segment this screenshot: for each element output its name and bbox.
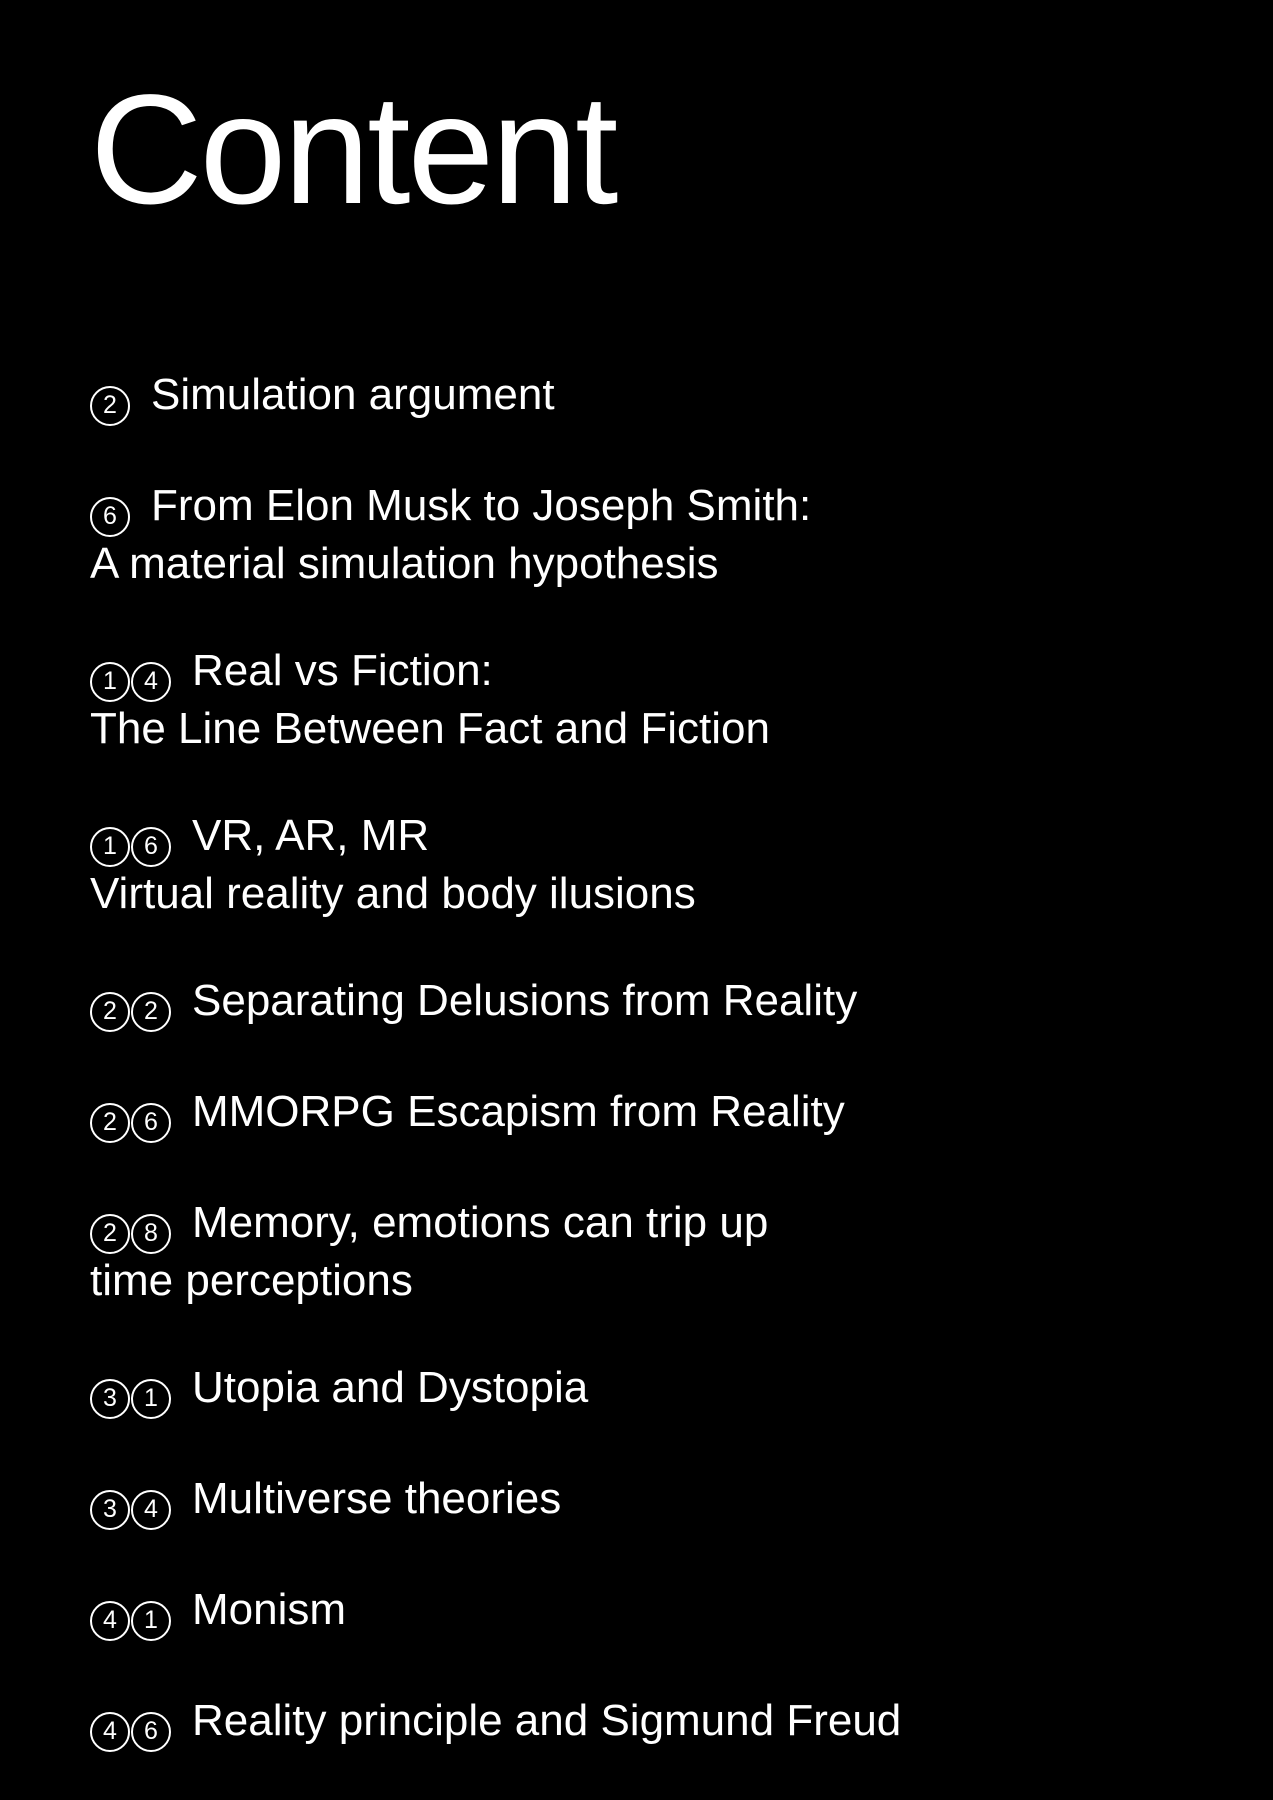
toc-item: 2 2 Separating Delusions from Reality bbox=[90, 974, 1210, 1032]
toc-item: 1 6 VR, AR, MR Virtual reality and body ilu… bbox=[90, 809, 1210, 921]
page-number: 16 bbox=[90, 827, 172, 867]
toc-item-subtitle: The Line Between Fact and Fiction bbox=[90, 704, 770, 753]
toc-item: 2 Simulation argument bbox=[90, 368, 1210, 426]
toc-item: 6 From Elon Musk to Joseph Smith: A materi… bbox=[90, 479, 1210, 591]
toc-item: 2 6 MMORPG Escapism from Reality bbox=[90, 1085, 1210, 1143]
table-of-contents: 2 Simulation argument 6 From Elon Musk to J… bbox=[90, 368, 1210, 1752]
page-number: 14 bbox=[90, 662, 172, 702]
page: Content 2 Simulation argument 6 From Elon M… bbox=[0, 0, 1273, 1800]
toc-item-subtitle: A material simulation hypothesis bbox=[90, 539, 719, 588]
toc-item-title: Multiverse theories bbox=[192, 1474, 562, 1523]
toc-item-title: Separating Delusions from Reality bbox=[192, 976, 858, 1025]
toc-item: 1 4 Real vs Fiction: The Line Between Fact … bbox=[90, 644, 1210, 756]
toc-item: 3 1 Utopia and Dystopia bbox=[90, 1361, 1210, 1419]
toc-item-title: From Elon Musk to Joseph Smith: bbox=[151, 481, 812, 530]
page-number: 26 bbox=[90, 1103, 172, 1143]
toc-item-title: Monism bbox=[192, 1585, 347, 1634]
page-number: 31 bbox=[90, 1379, 172, 1419]
page-number: 46 bbox=[90, 1712, 172, 1752]
toc-item-title: Reality principle and Sigmund Freud bbox=[192, 1696, 902, 1745]
toc-item: 4 1 Monism bbox=[90, 1583, 1210, 1641]
page-number: 34 bbox=[90, 1490, 172, 1530]
page-title: Content bbox=[90, 63, 618, 237]
toc-item-title: Real vs Fiction: bbox=[192, 646, 493, 695]
toc-item: 4 6 Reality principle and Sigmund Freud bbox=[90, 1694, 1210, 1752]
page-number: 28 bbox=[90, 1214, 172, 1254]
page-number: 6 bbox=[90, 497, 131, 537]
toc-item-title: Utopia and Dystopia bbox=[192, 1363, 589, 1412]
toc-item-title: VR, AR, MR bbox=[192, 811, 430, 860]
toc-item-subtitle: time perceptions bbox=[90, 1256, 413, 1305]
toc-item: 2 8 Memory, emotions can trip up time perce… bbox=[90, 1196, 1210, 1308]
page-number: 2 bbox=[90, 386, 131, 426]
toc-item-title: Simulation argument bbox=[151, 370, 555, 419]
toc-item-subtitle: Virtual reality and body ilusions bbox=[90, 869, 696, 918]
toc-item-title: Memory, emotions can trip up bbox=[192, 1198, 769, 1247]
toc-item-title: MMORPG Escapism from Reality bbox=[192, 1087, 845, 1136]
page-number: 41 bbox=[90, 1601, 172, 1641]
toc-item: 3 4 Multiverse theories bbox=[90, 1472, 1210, 1530]
page-number: 22 bbox=[90, 992, 172, 1032]
